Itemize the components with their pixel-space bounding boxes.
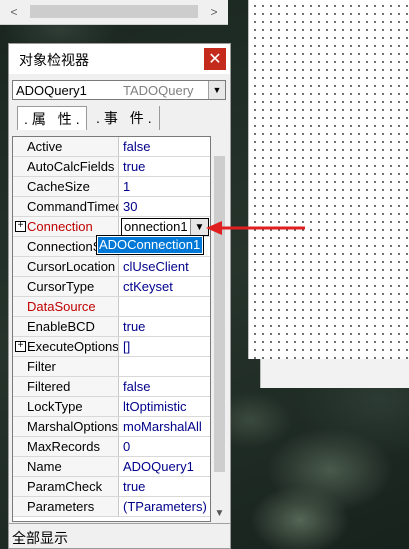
property-value[interactable] <box>121 357 210 376</box>
property-row[interactable]: ExecuteOptions + [] <box>13 337 210 357</box>
scroll-down-icon[interactable]: ▼ <box>212 506 227 520</box>
connection-combo[interactable]: onnection1 ▼ <box>121 218 209 236</box>
property-value[interactable] <box>121 297 210 316</box>
scrollbar-thumb[interactable] <box>214 156 225 472</box>
design-form-canvas[interactable] <box>248 0 409 359</box>
close-button[interactable]: ✕ <box>204 48 226 70</box>
property-row[interactable]: DataSource <box>13 297 210 317</box>
property-row[interactable]: Active false <box>13 137 210 157</box>
design-form-frame <box>260 359 409 388</box>
chevron-down-icon[interactable]: ▼ <box>208 81 225 99</box>
property-row[interactable]: LockType ltOptimistic <box>13 397 210 417</box>
combo-text: onnection1 <box>124 219 188 234</box>
property-name[interactable]: LockType <box>13 397 119 416</box>
connection-dropdown-list[interactable]: ADOConnection1 <box>96 235 204 255</box>
property-row[interactable]: Filtered false <box>13 377 210 397</box>
property-value[interactable]: [] <box>121 337 210 356</box>
object-name: ADOQuery1 <box>16 83 87 98</box>
object-inspector-window: 对象检视器 ✕ ADOQuery1 TADOQuery ▼ .属 性. .事 件… <box>8 43 231 549</box>
property-value[interactable]: 30 <box>121 197 210 216</box>
expand-icon[interactable]: + <box>15 221 26 232</box>
property-row[interactable]: CommandTimeout30 <box>13 197 210 217</box>
tab-events[interactable]: .事 件. <box>90 106 160 130</box>
property-value[interactable]: ltOptimistic <box>121 397 210 416</box>
property-value[interactable]: ctKeyset <box>121 277 210 296</box>
property-name[interactable]: MaxRecords <box>13 437 119 456</box>
property-row[interactable]: CursorType ctKeyset <box>13 277 210 297</box>
horizontal-scrollbar[interactable]: < > <box>0 0 228 25</box>
object-type: TADOQuery <box>123 83 194 98</box>
property-value[interactable]: ADOQuery1 <box>121 457 210 476</box>
property-row[interactable]: MaxRecords 0 <box>13 437 210 457</box>
property-name[interactable]: AutoCalcFields <box>13 157 119 176</box>
property-row[interactable]: ParamCheck true <box>13 477 210 497</box>
property-name[interactable]: Connection <box>13 217 119 236</box>
property-row[interactable]: Filter <box>13 357 210 377</box>
tab-properties[interactable]: .属 性. <box>17 106 87 130</box>
property-row[interactable]: Name ADOQuery1 <box>13 457 210 477</box>
property-value[interactable]: moMarshalAll <box>121 417 210 436</box>
scroll-right-icon[interactable]: > <box>204 2 224 22</box>
annotation-arrow-icon <box>206 221 305 235</box>
scrollbar-thumb[interactable] <box>30 5 198 18</box>
scroll-left-icon[interactable]: < <box>4 2 24 22</box>
inspector-titlebar[interactable]: 对象检视器 ✕ <box>9 44 230 74</box>
dropdown-option[interactable]: ADOConnection1 <box>98 237 202 253</box>
close-icon: ✕ <box>208 51 222 68</box>
property-row[interactable]: Parameters (TParameters) <box>13 497 210 517</box>
object-selector[interactable]: ADOQuery1 TADOQuery ▼ <box>12 80 226 100</box>
property-name[interactable]: MarshalOptions <box>13 417 119 436</box>
property-grid-scrollbar[interactable]: ▼ <box>212 136 227 522</box>
property-value[interactable]: clUseClient <box>121 257 210 276</box>
property-value[interactable]: (TParameters) <box>121 497 210 516</box>
property-name[interactable]: Filter <box>13 357 119 376</box>
property-name[interactable]: CursorType <box>13 277 119 296</box>
property-value[interactable]: true <box>121 157 210 176</box>
property-name[interactable]: EnableBCD <box>13 317 119 336</box>
property-row[interactable]: AutoCalcFields true <box>13 157 210 177</box>
property-value[interactable]: true <box>121 317 210 336</box>
property-name[interactable]: Active <box>13 137 119 156</box>
property-name[interactable]: ParamCheck <box>13 477 119 496</box>
status-text: 全部显示 <box>12 530 68 546</box>
property-grid: Active false AutoCalcFields true CacheSize 1 C… <box>12 136 211 522</box>
property-value[interactable]: 0 <box>121 437 210 456</box>
expand-icon[interactable]: + <box>15 341 26 352</box>
property-row[interactable]: EnableBCD true <box>13 317 210 337</box>
property-row[interactable]: MarshalOptions moMarshalAll <box>13 417 210 437</box>
inspector-tabs: .属 性. .事 件. <box>12 104 226 132</box>
property-name[interactable]: CommandTimeout <box>13 197 119 216</box>
property-name[interactable]: DataSource <box>13 297 119 316</box>
property-value[interactable]: false <box>121 137 210 156</box>
property-row[interactable]: CursorLocation clUseClient <box>13 257 210 277</box>
inspector-title: 对象检视器 <box>19 52 89 68</box>
property-row[interactable]: CacheSize 1 <box>13 177 210 197</box>
property-name[interactable]: ExecuteOptions <box>13 337 119 356</box>
property-name[interactable]: CacheSize <box>13 177 119 196</box>
property-row[interactable]: Connection + onnection1 ▼ <box>13 217 210 237</box>
property-value[interactable]: true <box>121 477 210 496</box>
property-name[interactable]: Parameters <box>13 497 119 516</box>
property-name[interactable]: Filtered <box>13 377 119 396</box>
property-name[interactable]: CursorLocation <box>13 257 119 276</box>
status-bar: 全部显示 <box>9 523 230 549</box>
property-name[interactable]: Name <box>13 457 119 476</box>
property-value[interactable]: 1 <box>121 177 210 196</box>
property-value[interactable]: false <box>121 377 210 396</box>
